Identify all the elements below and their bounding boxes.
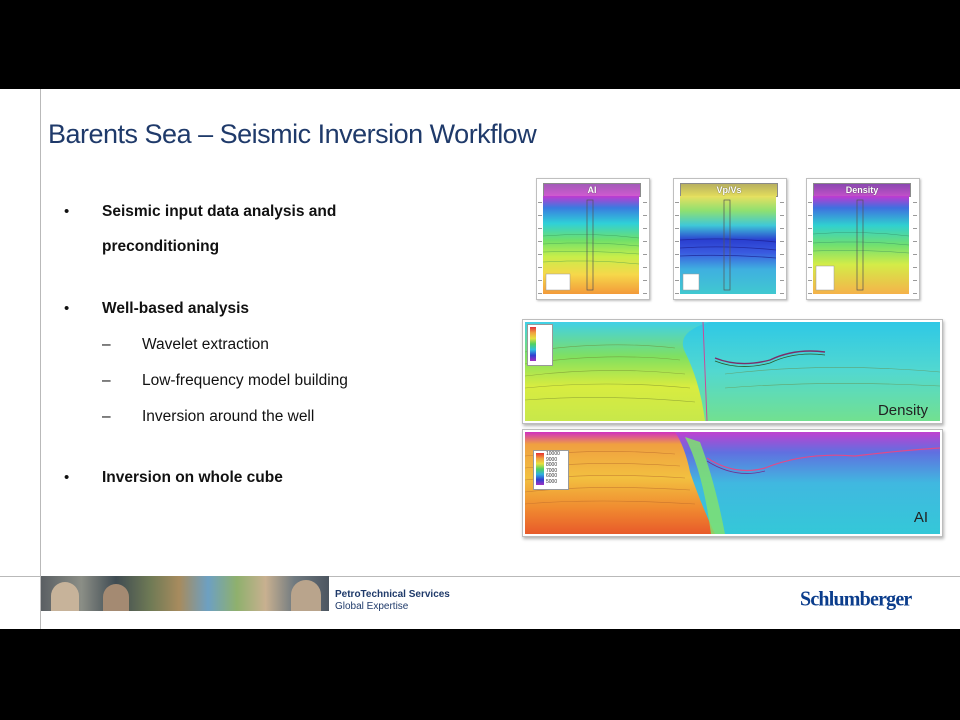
bullet-marker: • [64, 300, 70, 317]
slide: Barents Sea – Seismic Inversion Workflow… [0, 89, 960, 629]
bullet-1-line-2: preconditioning [102, 238, 220, 255]
bullet-1-line-1: Seismic input data analysis and [102, 203, 337, 220]
bullet-marker: • [64, 203, 70, 220]
letterbox-top [0, 0, 960, 89]
bullet-3-line-1: Inversion on whole cube [102, 469, 283, 486]
depth-ticks [643, 196, 647, 294]
sub-bullet-marker: – [102, 408, 111, 425]
slide-title: Barents Sea – Seismic Inversion Workflow [48, 119, 537, 149]
slide-left-rule [40, 89, 41, 629]
panel-ai-title: AI [543, 183, 641, 197]
schlumberger-logo: Schlumberger [800, 587, 912, 611]
footer-tagline-2: Global Expertise [335, 601, 409, 612]
ai-legend-colorbar [536, 453, 544, 485]
panel-density-section: Density [806, 178, 920, 300]
sub-bullet-inversion-well: Inversion around the well [142, 408, 315, 425]
depth-ticks [913, 196, 917, 294]
density-legend-colorbar [530, 327, 536, 361]
bullet-marker: • [64, 469, 70, 486]
density-cube-section: Density [522, 319, 943, 424]
sub-bullet-marker: – [102, 372, 111, 389]
sub-bullet-marker: – [102, 336, 111, 353]
footer-photo-strip [41, 576, 329, 611]
depth-ticks [780, 196, 784, 294]
bullet-2-line-1: Well-based analysis [102, 300, 250, 317]
ai-section-image [543, 196, 639, 294]
photo-person [103, 584, 129, 611]
ai-legend-values: 10000 9000 8000 7000 6000 5000 [546, 451, 560, 485]
vpvs-section-image [680, 196, 776, 294]
ai-section-image [525, 432, 940, 534]
photo-person [51, 582, 79, 611]
panel-density-title: Density [813, 183, 911, 197]
depth-ticks [538, 196, 542, 294]
panel-ai-section: AI [536, 178, 650, 300]
density-legend [527, 324, 553, 366]
photo-person [291, 580, 321, 611]
panel-vpvs-title: Vp/Vs [680, 183, 778, 197]
density-panel-label: Density [877, 402, 928, 419]
depth-ticks [808, 196, 812, 294]
letterbox-bottom [0, 629, 960, 720]
panel-vpvs-section: Vp/Vs [673, 178, 787, 300]
ai-legend: 10000 9000 8000 7000 6000 5000 [533, 450, 569, 490]
sub-bullet-wavelet: Wavelet extraction [142, 336, 269, 353]
depth-ticks [675, 196, 679, 294]
density-section-image [813, 196, 909, 294]
sub-bullet-lfm: Low-frequency model building [142, 372, 348, 389]
footer-tagline-1: PetroTechnical Services [335, 589, 450, 600]
ai-panel-label: AI [913, 509, 928, 526]
ai-cube-section: 10000 9000 8000 7000 6000 5000 AI [522, 429, 943, 537]
